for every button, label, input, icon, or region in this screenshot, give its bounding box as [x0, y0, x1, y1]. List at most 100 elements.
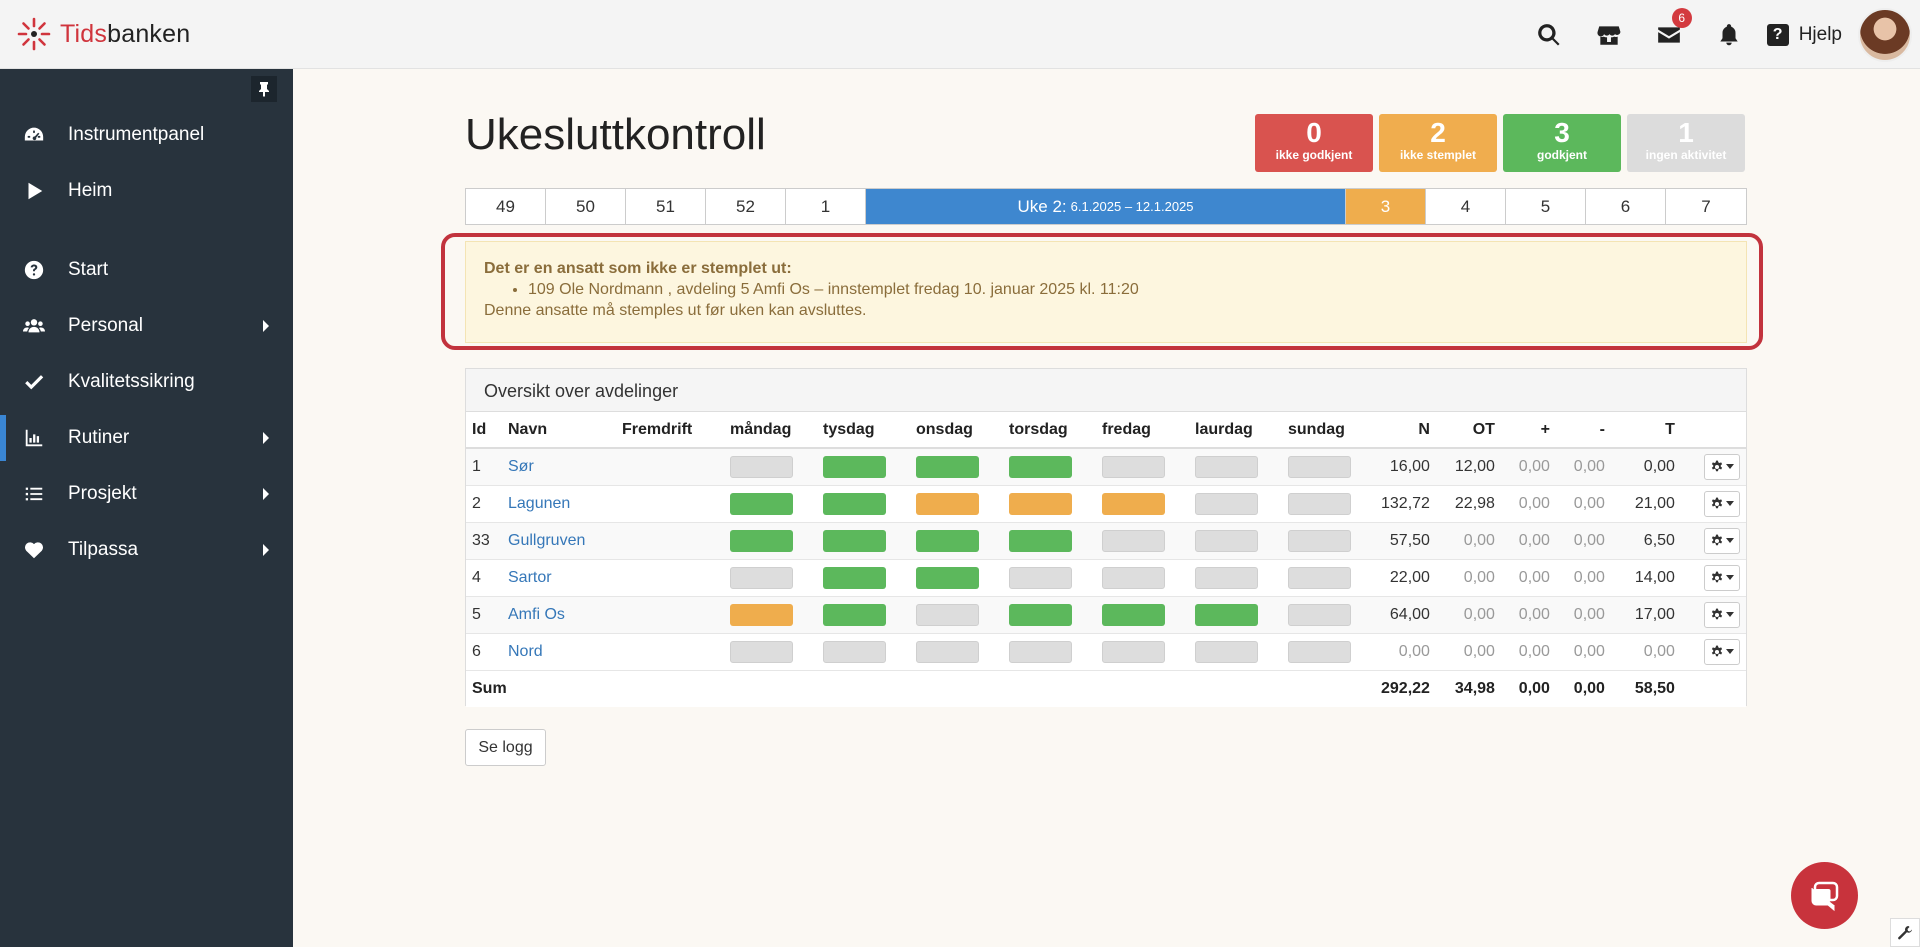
day-status[interactable]	[730, 455, 793, 478]
stat-ikke-godkjent[interactable]: 0 ikke godkjent	[1255, 114, 1373, 172]
day-status[interactable]	[1009, 492, 1072, 515]
cell-day	[1096, 595, 1189, 633]
row-settings-button[interactable]	[1704, 564, 1740, 591]
day-status[interactable]	[730, 566, 793, 589]
department-link[interactable]: Amfi Os	[508, 606, 565, 623]
day-status[interactable]	[1009, 529, 1072, 552]
sidebar-item-instrumentpanel[interactable]: Instrumentpanel	[0, 112, 293, 158]
cell-day	[1003, 447, 1096, 485]
row-settings-button[interactable]	[1704, 490, 1740, 517]
day-status[interactable]	[823, 603, 886, 626]
day-status[interactable]	[1288, 603, 1351, 626]
week-tab[interactable]: 3	[1346, 189, 1426, 224]
day-status[interactable]	[916, 566, 979, 589]
sidebar-item-start[interactable]: Start	[0, 247, 293, 293]
cell-actions	[1680, 632, 1746, 670]
day-status[interactable]	[823, 492, 886, 515]
day-status[interactable]	[1009, 566, 1072, 589]
week-tab[interactable]: 50	[546, 189, 626, 224]
cell-day	[1282, 521, 1375, 559]
day-status[interactable]	[1195, 455, 1258, 478]
week-tab-current[interactable]: Uke 2: 6.1.2025 – 12.1.2025	[866, 189, 1346, 224]
help-button[interactable]: ? Hjelp	[1759, 0, 1858, 69]
day-status[interactable]	[1195, 603, 1258, 626]
week-tab[interactable]: 49	[466, 189, 546, 224]
day-status[interactable]	[730, 492, 793, 515]
day-status[interactable]	[1195, 640, 1258, 663]
cell-t: 17,00	[1610, 595, 1681, 633]
col-ot: OT	[1435, 412, 1501, 449]
store-button[interactable]	[1579, 0, 1639, 69]
day-status[interactable]	[1102, 603, 1165, 626]
week-tab[interactable]: 1	[786, 189, 866, 224]
pin-sidebar-button[interactable]	[251, 76, 277, 102]
notifications-button[interactable]	[1699, 0, 1759, 69]
row-settings-button[interactable]	[1704, 527, 1740, 554]
department-link[interactable]: Sartor	[508, 569, 552, 586]
cell-t: 0,00	[1610, 447, 1681, 485]
week-tab[interactable]: 7	[1666, 189, 1746, 224]
day-status[interactable]	[1009, 455, 1072, 478]
day-status[interactable]	[916, 640, 979, 663]
row-settings-button[interactable]	[1704, 601, 1740, 628]
week-tab[interactable]: 5	[1506, 189, 1586, 224]
department-link[interactable]: Gullgruven	[508, 532, 585, 549]
day-status[interactable]	[916, 492, 979, 515]
tidsbanken-logo[interactable]: Tidsbanken	[16, 16, 190, 52]
day-status[interactable]	[1102, 640, 1165, 663]
day-status[interactable]	[823, 566, 886, 589]
stat-ikke-stemplet[interactable]: 2 ikke stemplet	[1379, 114, 1497, 172]
week-tab[interactable]: 6	[1586, 189, 1666, 224]
department-link[interactable]: Lagunen	[508, 495, 570, 512]
day-status[interactable]	[1288, 492, 1351, 515]
department-link[interactable]: Nord	[508, 643, 543, 660]
day-status[interactable]	[1102, 492, 1165, 515]
cell-ot: 22,98	[1435, 484, 1501, 522]
day-status[interactable]	[730, 529, 793, 552]
sidebar-item-rutiner[interactable]: Rutiner	[0, 415, 293, 461]
top-icons: 6 ? Hjelp	[1519, 0, 1920, 69]
day-status[interactable]	[1102, 566, 1165, 589]
day-status[interactable]	[916, 603, 979, 626]
week-tab[interactable]: 52	[706, 189, 786, 224]
row-settings-button[interactable]	[1704, 453, 1740, 480]
department-link[interactable]: Sør	[508, 458, 534, 475]
day-status[interactable]	[1195, 492, 1258, 515]
week-tab[interactable]: 51	[626, 189, 706, 224]
day-status[interactable]	[730, 603, 793, 626]
day-status[interactable]	[1195, 566, 1258, 589]
stat-godkjent[interactable]: 3 godkjent	[1503, 114, 1621, 172]
day-status[interactable]	[1009, 603, 1072, 626]
day-status[interactable]	[916, 455, 979, 478]
cell-id: 2	[466, 484, 502, 522]
day-status[interactable]	[823, 455, 886, 478]
row-settings-button[interactable]	[1704, 638, 1740, 665]
cell-ot: 0,00	[1435, 558, 1501, 596]
day-status[interactable]	[1102, 529, 1165, 552]
day-status[interactable]	[1288, 640, 1351, 663]
day-status[interactable]	[1288, 529, 1351, 552]
chat-launcher-button[interactable]	[1791, 862, 1858, 929]
sidebar-item-personal[interactable]: Personal	[0, 303, 293, 349]
messages-button[interactable]: 6	[1639, 0, 1699, 69]
day-status[interactable]	[1288, 566, 1351, 589]
stat-ingen-aktivitet[interactable]: 1 ingen aktivitet	[1627, 114, 1745, 172]
tools-button[interactable]	[1890, 918, 1920, 947]
day-status[interactable]	[730, 640, 793, 663]
see-log-button[interactable]: Se logg	[465, 729, 546, 766]
day-status[interactable]	[1009, 640, 1072, 663]
day-status[interactable]	[823, 640, 886, 663]
day-status[interactable]	[1195, 529, 1258, 552]
day-status[interactable]	[1288, 455, 1351, 478]
sidebar-item-heim[interactable]: Heim	[0, 168, 293, 214]
sidebar: Instrumentpanel Heim Start Personal Kval…	[0, 69, 293, 947]
day-status[interactable]	[823, 529, 886, 552]
day-status[interactable]	[1102, 455, 1165, 478]
sidebar-item-prosjekt[interactable]: Prosjekt	[0, 471, 293, 517]
week-tab[interactable]: 4	[1426, 189, 1506, 224]
search-button[interactable]	[1519, 0, 1579, 69]
day-status[interactable]	[916, 529, 979, 552]
sidebar-item-tilpassa[interactable]: Tilpassa	[0, 527, 293, 573]
user-avatar[interactable]	[1858, 7, 1912, 62]
sidebar-item-kvalitetssikring[interactable]: Kvalitetssikring	[0, 359, 293, 405]
